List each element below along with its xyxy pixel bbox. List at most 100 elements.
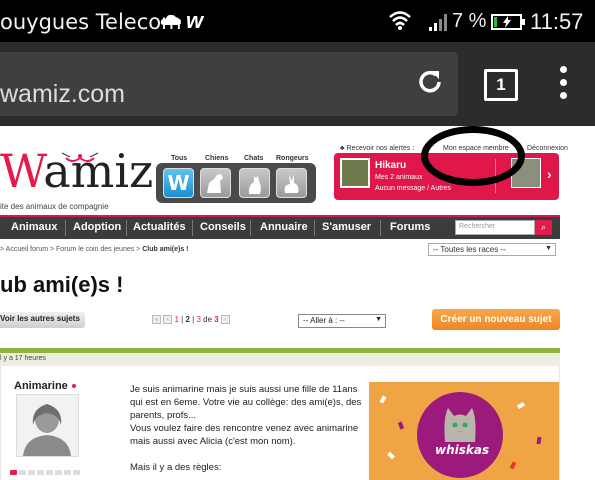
post-line: qui est en 6eme. Votre vie au collège: d… (130, 397, 362, 408)
alerts-link[interactable]: ♣ Recevoir nos alertes : (340, 145, 414, 152)
cat-photo-icon (444, 408, 476, 442)
post-line: Vous voulez faire des rencontre venez av… (130, 423, 359, 434)
rank-segment (46, 470, 53, 475)
cat-face-icon (61, 152, 99, 162)
page-of: de (203, 315, 213, 324)
goto-select-value: -- Aller à : -- (303, 316, 345, 325)
chevron-right-icon[interactable]: › (547, 166, 552, 182)
rank-segment (37, 470, 44, 475)
nav-item-forums[interactable]: Forums (390, 221, 430, 233)
cloud-icon (160, 14, 181, 25)
next-page-icon[interactable]: › (220, 315, 230, 325)
rank-segment (10, 470, 17, 475)
species-label-chiens: Chiens (205, 155, 229, 162)
wamiz-notification-icon: w (186, 8, 204, 33)
prev-page-icon[interactable]: ‹ (163, 315, 173, 325)
browser-toolbar: wamiz.com 1 (0, 42, 595, 126)
annotation-circle (421, 126, 525, 186)
goto-select[interactable]: -- Aller à : -- ▼ (298, 314, 386, 328)
overflow-menu-icon[interactable] (560, 66, 568, 104)
post-author[interactable]: Animarine (14, 380, 76, 392)
advertisement[interactable]: whiskas (369, 382, 559, 480)
member-name[interactable]: Hikaru (375, 160, 406, 171)
post-line: Mais il y a des règles: (130, 462, 222, 473)
species-rongeurs-button[interactable] (276, 168, 307, 198)
races-select[interactable]: -- Toutes les races -- ▼ (428, 243, 556, 256)
species-selector: W (156, 163, 316, 203)
battery-icon (491, 14, 525, 30)
site-tagline: ite des animaux de compagnie (0, 202, 109, 211)
post-age: l y a 17 heures (0, 355, 46, 362)
post-line: parents, profs... (130, 410, 197, 421)
member-messages[interactable]: Aucun message / Autres (375, 185, 451, 192)
signal-icon (429, 14, 447, 31)
post-line (130, 448, 362, 461)
post-text: Je suis animarine mais je suis aussi une… (130, 383, 362, 474)
online-indicator (71, 384, 76, 389)
other-topics-button[interactable]: Voir les autres sujets (0, 312, 85, 328)
chevron-down-icon: ▼ (545, 245, 552, 252)
battery-fill (494, 17, 497, 27)
page-link-3[interactable]: 3 (196, 315, 200, 324)
nav-item-adoption[interactable]: Adoption (73, 221, 121, 233)
page-current: 2 (185, 315, 190, 324)
author-avatar[interactable] (16, 394, 79, 457)
breadcrumb-current: Club ami(e)s ! (142, 246, 189, 253)
new-topic-button[interactable]: Créer un nouveau sujet (432, 309, 560, 330)
nav-item-conseils[interactable]: Conseils (200, 221, 246, 233)
w-logo-icon: W (167, 171, 190, 195)
nav-item-animaux[interactable]: Animaux (11, 221, 57, 233)
nav-item-samuser[interactable]: S'amuser (322, 221, 371, 233)
carrier-name: ouygues Telecom (0, 10, 182, 34)
species-label-tous: Tous (171, 155, 188, 162)
search-input[interactable]: Rechercher (455, 220, 535, 235)
tab-switcher-icon[interactable]: 1 (484, 69, 518, 101)
nav-item-actualites[interactable]: Actualités (133, 221, 186, 233)
charging-icon (503, 16, 511, 28)
reload-icon[interactable] (414, 66, 446, 98)
post-author-name[interactable]: Animarine (14, 380, 68, 392)
page-link-1[interactable]: 1 (174, 315, 178, 324)
wifi-icon (389, 11, 411, 30)
post-header: l y a 17 heures (0, 348, 560, 366)
first-page-icon[interactable]: « (152, 315, 161, 325)
species-chats-button[interactable] (239, 168, 270, 198)
chevron-down-icon: ▼ (375, 316, 382, 323)
default-avatar-icon (23, 404, 71, 456)
main-nav: Animaux Adoption Actualités Conseils Ann… (0, 215, 560, 239)
rank-segment (19, 470, 26, 475)
post-line: mais aussi avec Alicia (c'est mon nom). (130, 436, 296, 447)
battery-percent: 7 % (452, 10, 487, 32)
dog-icon (207, 174, 223, 193)
species-label-rongeurs: Rongeurs (276, 155, 309, 162)
member-pets[interactable]: Mes 2 animaux (375, 174, 422, 181)
status-bar: ouygues Telecom w 7 % 11:57 (0, 0, 595, 42)
web-page: Wamiz ite des animaux de compagnie Tous … (0, 126, 595, 480)
ad-brand: whiskas (435, 443, 490, 457)
pagination: « ‹ 1 | 2 | 3 de 3 › (152, 315, 230, 325)
avatar[interactable] (340, 158, 370, 188)
clock: 11:57 (530, 9, 584, 34)
post-line: Je suis animarine mais je suis aussi une… (130, 384, 358, 395)
species-tous-button[interactable]: W (163, 168, 194, 198)
rank-segment (28, 470, 35, 475)
logout-link[interactable]: Déconnexion (527, 145, 568, 152)
rank-segment (73, 470, 80, 475)
logo-letter: W (0, 144, 44, 198)
breadcrumb: > Accueil forum > Forum le coin des jeun… (0, 246, 189, 253)
species-label-chats: Chats (244, 155, 264, 162)
search-icon[interactable]: ⌕ (535, 220, 552, 235)
breadcrumb-path[interactable]: > Accueil forum > Forum le coin des jeun… (0, 246, 142, 253)
rabbit-icon (284, 174, 299, 193)
address-bar[interactable]: wamiz.com (0, 52, 458, 116)
species-chiens-button[interactable] (200, 168, 231, 198)
page-title: ub ami(e)s ! (0, 272, 124, 297)
rank-progress (10, 462, 90, 475)
url-text[interactable]: wamiz.com (0, 80, 125, 109)
races-select-value: -- Toutes les races -- (433, 245, 506, 254)
rank-segment (64, 470, 71, 475)
page-total[interactable]: 3 (214, 315, 218, 324)
rank-segment (55, 470, 62, 475)
cat-icon (248, 176, 261, 194)
nav-item-annuaire[interactable]: Annuaire (260, 221, 308, 233)
